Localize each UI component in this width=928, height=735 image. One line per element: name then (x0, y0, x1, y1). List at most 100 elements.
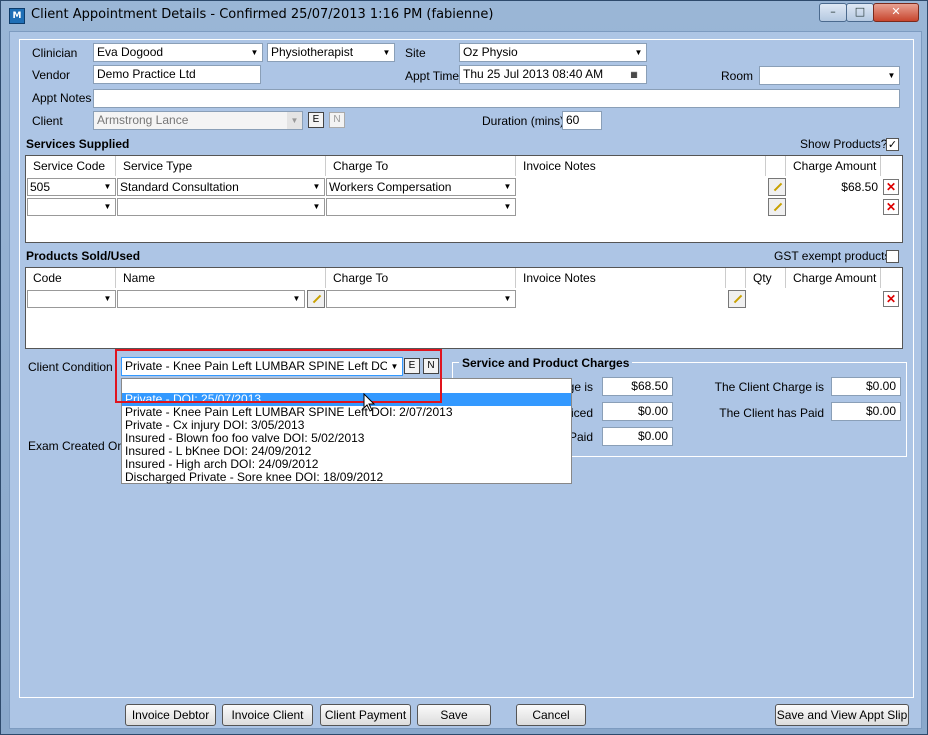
exam-created-label: Exam Created On (28, 439, 125, 453)
cell-value: 505 (30, 180, 51, 194)
column-header[interactable]: Service Code (26, 156, 116, 176)
chevron-down-icon: ▼ (247, 44, 262, 61)
gst-exempt-checkbox[interactable] (886, 250, 899, 263)
service-type-select[interactable]: Standard Consultation ▼ (117, 178, 325, 196)
site-select[interactable]: Oz Physio ▼ (459, 43, 647, 62)
calendar-icon[interactable]: ▦ (622, 66, 646, 83)
appt-notes-label: Appt Notes (32, 91, 92, 105)
duration-field[interactable]: 60 (562, 111, 602, 130)
dropdown-option[interactable]: Discharged Private - Sore knee DOI: 18/0… (122, 471, 571, 484)
role-select[interactable]: Physiotherapist ▼ (267, 43, 395, 62)
window-title: Client Appointment Details - Confirmed 2… (31, 7, 494, 22)
chevron-down-icon: ▼ (100, 291, 115, 307)
delete-row-icon[interactable]: ✕ (883, 199, 899, 215)
services-section-title: Services Supplied (26, 137, 130, 151)
pencil-icon[interactable] (307, 290, 325, 308)
site-label: Site (405, 46, 426, 60)
product-code-select[interactable]: ▼ (27, 290, 116, 308)
column-header[interactable]: Invoice Notes (516, 156, 766, 176)
services-grid: Service Code Service Type Charge To Invo… (25, 155, 903, 243)
appt-time-picker[interactable]: Thu 25 Jul 2013 08:40 AM ▦ (459, 65, 647, 84)
appt-notes-field[interactable] (93, 89, 900, 108)
service-code-select[interactable]: 505 ▼ (27, 178, 116, 196)
delete-row-icon[interactable]: ✕ (883, 179, 899, 195)
column-header (766, 156, 786, 176)
clinician-select[interactable]: Eva Dogood ▼ (93, 43, 263, 62)
column-header[interactable]: Name (116, 268, 326, 288)
pencil-icon[interactable] (768, 198, 786, 216)
column-header[interactable]: Code (26, 268, 116, 288)
service-code-select[interactable]: ▼ (27, 198, 116, 216)
role-value: Physiotherapist (271, 45, 354, 59)
invoiced-field: $0.00 (602, 402, 673, 421)
room-label: Room (721, 69, 754, 83)
app-icon: M (9, 8, 25, 24)
client-condition-label: Client Condition (28, 360, 113, 374)
column-header[interactable]: Service Type (116, 156, 326, 176)
service-type-select[interactable]: ▼ (117, 198, 325, 216)
pencil-icon[interactable] (728, 290, 746, 308)
delete-row-icon[interactable]: ✕ (883, 291, 899, 307)
title-bar: M Client Appointment Details - Confirmed… (1, 1, 927, 28)
column-header[interactable]: Qty (746, 268, 786, 288)
chevron-down-icon: ▼ (379, 44, 394, 61)
column-header[interactable]: Charge Amount (786, 268, 881, 288)
maximize-button[interactable]: □ (846, 3, 874, 22)
mouse-cursor-icon (363, 393, 376, 412)
column-header[interactable]: Charge Amount (786, 156, 881, 176)
edit-client-button[interactable]: E (308, 112, 324, 128)
invoice-client-button[interactable]: Invoice Client (222, 704, 313, 726)
pencil-icon[interactable] (768, 178, 786, 196)
close-button[interactable]: ✕ (873, 3, 919, 22)
appt-time-value: Thu 25 Jul 2013 08:40 AM (463, 67, 604, 81)
chevron-down-icon: ▼ (500, 199, 515, 215)
chevron-down-icon: ▼ (631, 44, 646, 61)
appt-time-label: Appt Time (405, 69, 460, 83)
vendor-field[interactable]: Demo Practice Ltd (93, 65, 261, 84)
charge-to-select[interactable]: ▼ (326, 198, 516, 216)
client-payment-button[interactable]: Client Payment (320, 704, 411, 726)
save-and-view-button[interactable]: Save and View Appt Slip (775, 704, 909, 726)
gst-exempt-label: GST exempt products (774, 249, 891, 263)
product-charge-to-select[interactable]: ▼ (326, 290, 516, 308)
column-header (726, 268, 746, 288)
chevron-down-icon: ▼ (500, 179, 515, 195)
save-button[interactable]: Save (417, 704, 491, 726)
chevron-down-icon: ▼ (884, 67, 899, 84)
clinician-label: Clinician (32, 46, 78, 60)
charge-amount-cell: $68.50 (841, 180, 878, 194)
client-value: Armstrong Lance (97, 113, 189, 127)
client-select: Armstrong Lance ▼ (93, 111, 303, 130)
minimize-button[interactable]: – (819, 3, 847, 22)
new-client-button: N (329, 112, 345, 128)
client-charge-label: The Client Charge is (714, 380, 824, 394)
invoice-debtor-button[interactable]: Invoice Debtor (125, 704, 216, 726)
chevron-down-icon: ▼ (287, 112, 302, 129)
clinician-value: Eva Dogood (97, 45, 164, 59)
chevron-down-icon: ▼ (309, 199, 324, 215)
paid-field: $0.00 (602, 427, 673, 446)
show-products-checkbox[interactable]: ✓ (886, 138, 899, 151)
show-products-label: Show Products? (800, 137, 888, 151)
cell-value: Standard Consultation (120, 180, 239, 194)
room-select[interactable]: ▼ (759, 66, 900, 85)
cell-value: Workers Compersation (329, 180, 452, 194)
column-header[interactable]: Charge To (326, 156, 516, 176)
invoice-notes-cell[interactable] (517, 178, 764, 196)
chevron-down-icon: ▼ (309, 179, 324, 195)
charges-title: Service and Product Charges (459, 356, 633, 370)
chevron-down-icon: ▼ (500, 291, 515, 307)
cancel-button[interactable]: Cancel (516, 704, 586, 726)
highlight-box (115, 349, 442, 403)
column-header[interactable]: Charge To (326, 268, 516, 288)
appointment-window: M Client Appointment Details - Confirmed… (0, 0, 928, 735)
client-label: Client (32, 114, 63, 128)
vendor-label: Vendor (32, 68, 71, 82)
charge-to-select[interactable]: Workers Compersation ▼ (326, 178, 516, 196)
site-value: Oz Physio (463, 45, 518, 59)
charge-total-field: $68.50 (602, 377, 673, 396)
client-charge-field: $0.00 (831, 377, 901, 396)
chevron-down-icon: ▼ (100, 179, 115, 195)
product-name-select[interactable]: ▼ (117, 290, 305, 308)
column-header[interactable]: Invoice Notes (516, 268, 726, 288)
